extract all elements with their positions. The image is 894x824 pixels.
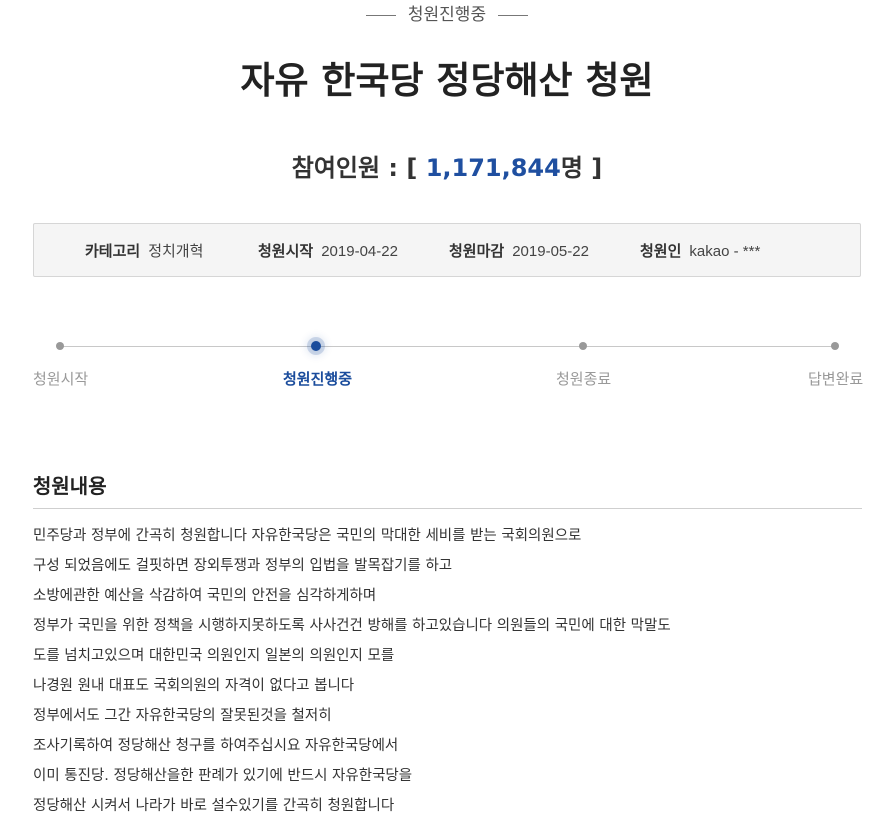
petition-status-header: 청원진행중 (0, 4, 894, 26)
content-divider (33, 508, 862, 509)
content-section-title: 청원내용 (33, 474, 107, 498)
start-date-label: 청원시작 (258, 242, 314, 260)
status-left-dash (365, 14, 396, 16)
content-line: 소방에관한 예산을 삭감하여 국민의 안전을 심각하게하며 (33, 588, 377, 604)
participant-label: 참여인원 : [ (291, 154, 418, 182)
progress-track-line (60, 346, 835, 347)
content-line: 도를 넘치고있으며 대한민국 의원인지 일본의 의원인지 모를 (33, 648, 395, 664)
step-dot-start (56, 342, 64, 350)
content-line: 조사기록하여 정당해산 청구를 하여주십시요 자유한국당에서 (33, 738, 399, 754)
status-text: 청원진행중 (407, 5, 487, 25)
category-label: 카테고리 (85, 242, 141, 260)
petition-info-box: 카테고리 정치개혁 청원시작 2019-04-22 청원마감 2019-05-22 청… (33, 223, 861, 277)
status-right-dash (498, 14, 529, 16)
participant-count: 참여인원 : [ 1,171,844명 ] (0, 148, 894, 183)
content-line: 정부에서도 그간 자유한국당의 잘못된것을 철저히 (33, 708, 332, 724)
step-dot-in-progress (311, 341, 321, 351)
step-label-start: 청원시작 (33, 370, 89, 388)
petition-title: 자유 한국당 정당해산 청원 (240, 59, 654, 102)
step-dot-closed (579, 342, 587, 350)
content-line: 구성 되었음에도 걸핏하면 장외투쟁과 정부의 입법을 발목잡기를 하고 (33, 558, 453, 574)
info-end-date: 청원마감 2019-05-22 (449, 224, 589, 278)
end-date-value: 2019-05-22 (512, 243, 589, 260)
petition-content: 민주당과 정부에 간곡히 청원합니다 자유한국당은 국민의 막대한 세비를 받는… (33, 524, 862, 824)
author-label: 청원인 (640, 242, 682, 260)
petition-progress-tracker: 청원시작 청원진행중 청원종료 답변완료 (0, 335, 894, 395)
info-category: 카테고리 정치개혁 (85, 224, 203, 278)
content-line: 나경원 원내 대표도 국회의원의 자격이 없다고 봅니다 (33, 678, 355, 694)
content-line: 정당해산 시켜서 나라가 바로 설수있기를 간곡히 청원합니다 (33, 798, 395, 814)
end-date-label: 청원마감 (449, 242, 505, 260)
step-label-in-progress: 청원진행중 (283, 370, 353, 388)
info-start-date: 청원시작 2019-04-22 (258, 224, 398, 278)
category-value: 정치개혁 (148, 243, 204, 260)
author-value: kakao - *** (689, 243, 761, 260)
content-line: 이미 통진당. 정당해산을한 판례가 있기에 반드시 자유한국당을 (33, 768, 413, 784)
content-line: 정부가 국민을 위한 정책을 시행하지못하도록 사사건건 방해를 하고있습니다 … (33, 618, 671, 634)
step-label-answered: 답변완료 (808, 370, 864, 388)
start-date-value: 2019-04-22 (321, 243, 398, 260)
content-line: 민주당과 정부에 간곡히 청원합니다 자유한국당은 국민의 막대한 세비를 받는… (33, 528, 582, 544)
participant-suffix: 명 ] (560, 154, 603, 182)
step-label-closed: 청원종료 (556, 370, 612, 388)
participant-number: 1,171,844 (425, 154, 561, 182)
step-dot-answered (831, 342, 839, 350)
info-author: 청원인 kakao - *** (640, 224, 760, 278)
